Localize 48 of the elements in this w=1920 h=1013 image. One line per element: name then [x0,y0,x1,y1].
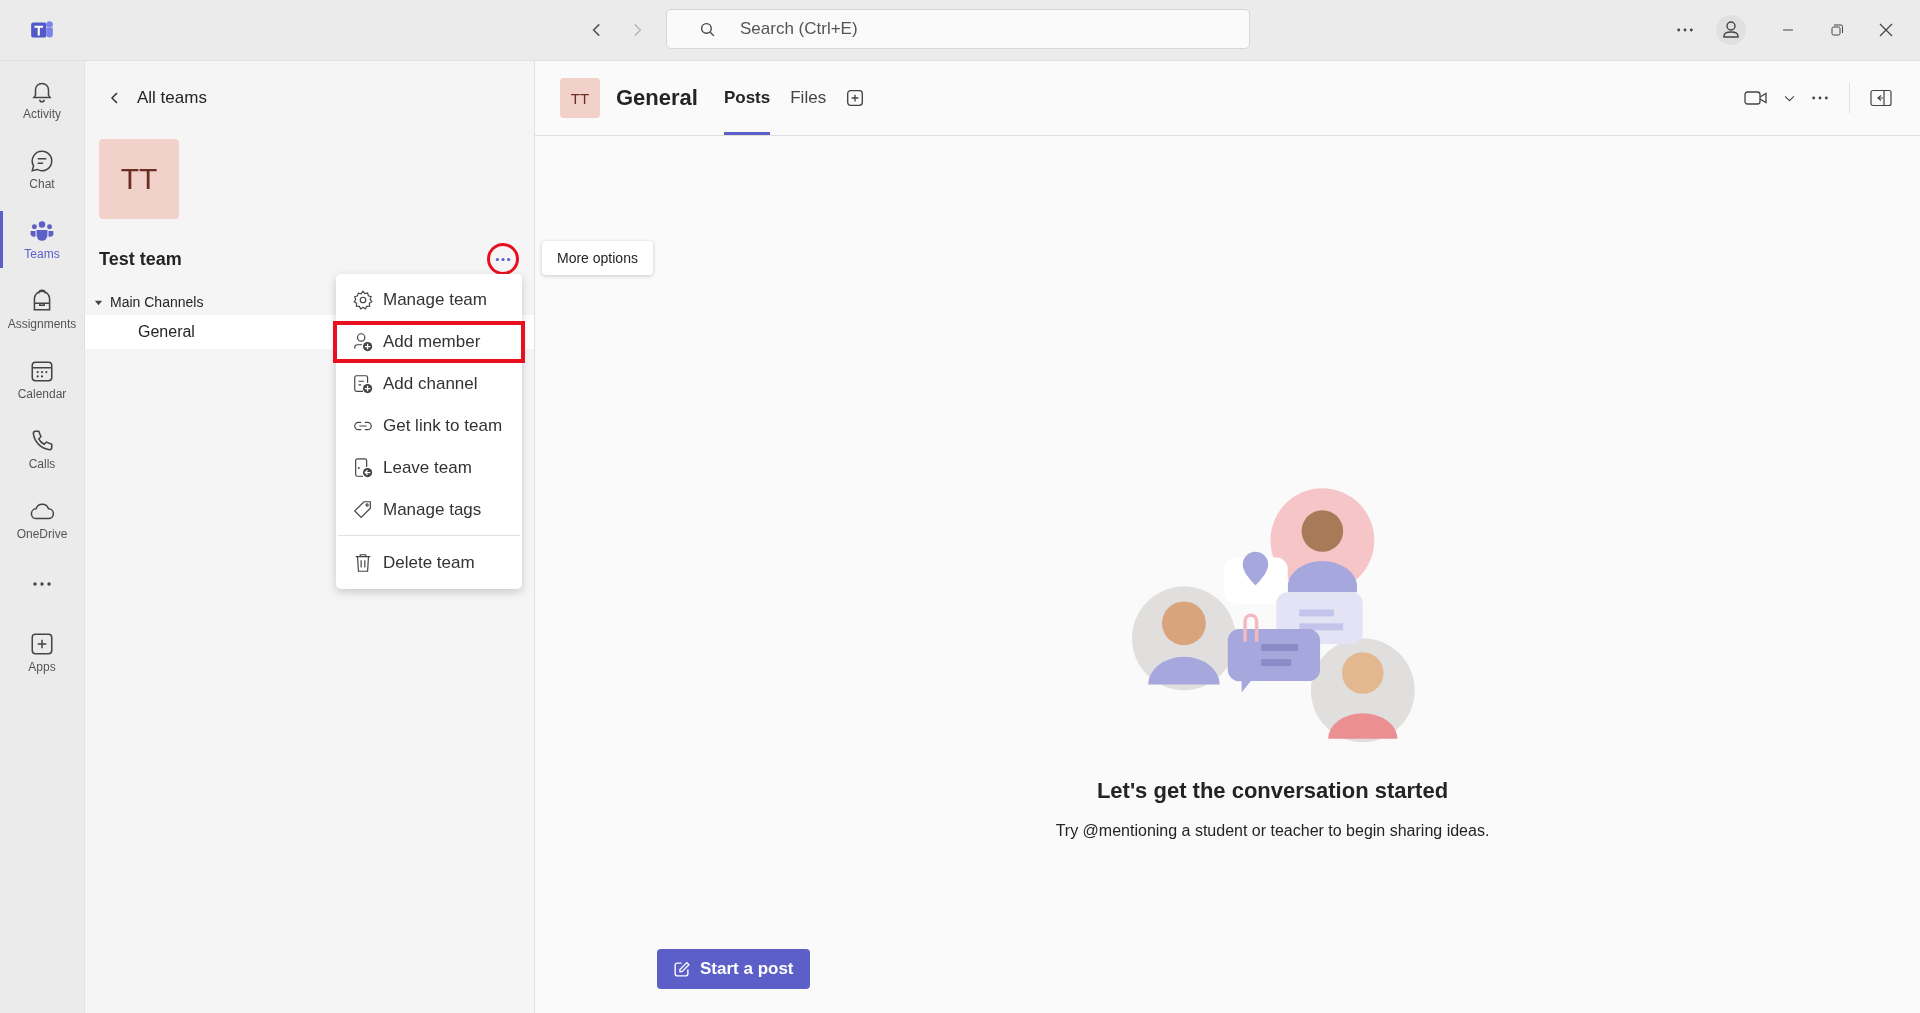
more-icon[interactable] [1676,27,1694,33]
person-add-icon [352,331,374,353]
channel-title: General [616,85,698,111]
rail-item[interactable]: Activity [0,71,84,128]
side-panel-icon[interactable] [1870,89,1892,107]
more-icon[interactable] [1811,95,1829,101]
rail-item[interactable]: Calls [0,421,84,478]
gear-icon [352,289,374,311]
teams-icon [29,218,55,244]
tooltip: More options [542,241,653,275]
menu-item[interactable]: Manage tags [333,489,525,531]
all-teams-link[interactable]: All teams [107,83,207,113]
menu-item[interactable]: Get link to team [333,405,525,447]
compose-icon [673,960,690,978]
rail-item[interactable]: Assignments [0,281,84,338]
rail-item[interactable]: Chat [0,141,84,198]
tab[interactable]: Posts [723,61,771,135]
rail-item[interactable]: Calendar [0,351,84,408]
tag-icon [352,499,374,521]
start-post-button[interactable]: Start a post [657,949,810,989]
chat-icon [29,148,55,174]
more-apps-icon[interactable] [32,581,52,587]
profile-icon[interactable] [1715,14,1747,46]
video-camera-icon[interactable] [1744,90,1768,106]
rail-item[interactable]: Teams [0,211,84,268]
tab[interactable]: Files [790,61,827,135]
search-field[interactable]: Search (Ctrl+E) [666,9,1250,49]
menu-item[interactable]: Add channel [333,363,525,405]
close-icon[interactable] [1878,22,1894,38]
rail-item[interactable]: Apps [0,624,84,681]
menu-item[interactable]: Add member [333,321,525,363]
plus-icon [29,631,55,657]
channel-add-icon [352,373,374,395]
menu-item[interactable]: Leave team [333,447,525,489]
rail-item[interactable]: OneDrive [0,491,84,548]
empty-state-text: Try @mentioning a student or teacher to begin sharing ideas. [1055,822,1490,840]
team-name: Test team [99,248,182,270]
empty-state-title: Let's get the conversation started [1096,778,1449,804]
leave-icon [352,457,374,479]
chevron-down-icon[interactable] [1784,94,1795,102]
search-icon [699,21,716,38]
team-avatar: TT [99,139,179,219]
menu-item[interactable]: Delete team [333,542,525,584]
channel-avatar: TT [560,78,600,118]
add-tab-icon[interactable] [846,89,865,107]
ellipsis-icon [495,256,511,262]
restore-icon[interactable] [1829,22,1845,38]
channel-group[interactable]: Main Channels [94,289,204,315]
